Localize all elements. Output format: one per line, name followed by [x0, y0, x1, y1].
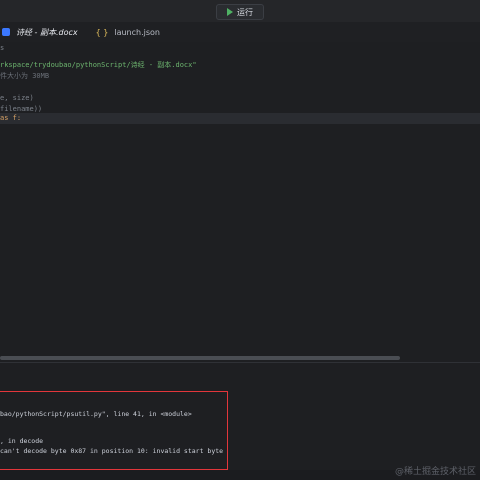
title-bar: 运行: [0, 0, 480, 23]
code-line: as f:: [0, 114, 22, 122]
code-line: 件大小为 30MB: [0, 72, 50, 80]
code-line: rkspace/trydoubao/pythonScript/诗经 - 副本.d…: [0, 61, 197, 69]
tab-shijing-docx[interactable]: 诗经 - 副本.docx: [2, 27, 78, 38]
word-doc-icon: [2, 28, 10, 36]
run-button[interactable]: 运行: [216, 4, 264, 20]
watermark: @稀土掘金技术社区: [394, 467, 476, 477]
json-braces-icon: { }: [95, 27, 109, 37]
code-editor[interactable]: s rkspace/trydoubao/pythonScript/诗经 - 副本…: [0, 42, 480, 356]
horizontal-scrollbar[interactable]: [0, 356, 400, 360]
run-button-label: 运行: [237, 7, 253, 17]
editor-tabs: 诗经 - 副本.docx { } launch.json: [0, 22, 480, 43]
error-highlight-box: [0, 391, 228, 470]
code-line: e, size): [0, 94, 34, 102]
play-icon: [227, 8, 233, 16]
tab-label: launch.json: [114, 27, 160, 37]
tab-launch-json[interactable]: { } launch.json: [96, 28, 160, 37]
tab-label: 诗经 - 副本.docx: [16, 27, 78, 37]
current-line-highlight: [0, 113, 480, 124]
code-line: s: [0, 44, 5, 52]
